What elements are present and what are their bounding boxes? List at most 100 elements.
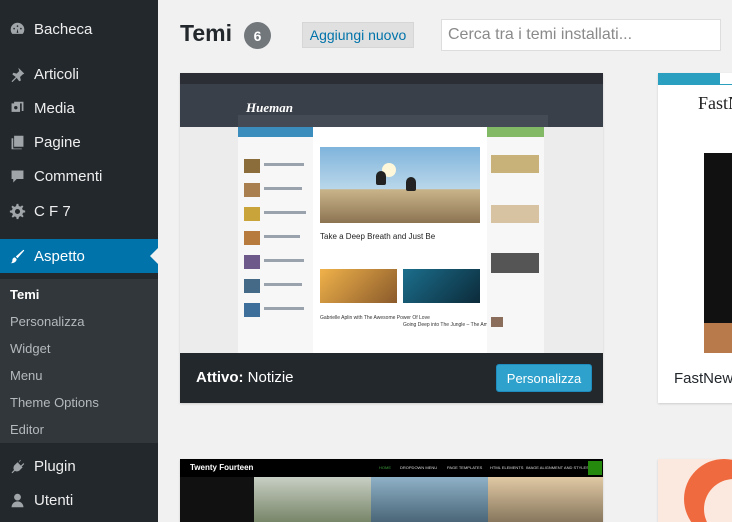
preview-mainnav <box>238 115 548 127</box>
menu-item-aspetto[interactable]: Aspetto <box>0 239 158 273</box>
menu-label: Aspetto <box>34 247 85 265</box>
customize-button[interactable]: Personalizza <box>496 364 592 392</box>
plugin-icon <box>8 457 26 475</box>
preview-thumb <box>491 155 539 173</box>
active-theme-bar: Attivo: Notizie Personalizza <box>180 353 603 403</box>
theme-name: Notizie <box>247 369 294 386</box>
preview-person <box>406 177 416 191</box>
menu-label: Plugin <box>34 457 76 475</box>
preview-line <box>264 163 304 166</box>
submenu-item-editor[interactable]: Editor <box>10 422 44 437</box>
preview-right-header <box>487 127 544 137</box>
active-label: Attivo: <box>196 369 244 386</box>
preview-topnav <box>180 73 603 84</box>
preview-post-image <box>704 323 732 353</box>
preview-logo: FastN <box>698 93 732 113</box>
theme-card-twenty-fourteen[interactable]: Twenty Fourteen HOME DROPDOWN MENU PAGE … <box>180 459 603 522</box>
preview-headline: Take a Deep Breath and Just Be <box>320 232 436 241</box>
search-icon[interactable] <box>588 461 602 475</box>
preview-hero-image <box>320 147 480 223</box>
page-title: Temi <box>180 20 232 46</box>
preview-thumb <box>491 253 539 273</box>
preview-thumb <box>244 303 260 317</box>
preview-thumb <box>491 317 503 327</box>
active-theme-card[interactable]: Hueman Take a Deep Breath and Just Be Ga… <box>180 73 603 403</box>
preview-line <box>264 259 304 262</box>
menu-item-utenti[interactable]: Utenti <box>0 483 158 517</box>
submenu-item-temi[interactable]: Temi <box>10 287 39 302</box>
preview-image <box>371 477 488 522</box>
preview-left-column <box>238 127 313 353</box>
preview-nav-active <box>658 73 720 85</box>
preview-thumb <box>491 205 539 223</box>
menu-item-pagine[interactable]: Pagine <box>0 125 158 159</box>
submenu-item-personalizza[interactable]: Personalizza <box>10 314 84 329</box>
menu-label: Commenti <box>34 167 103 185</box>
preview-image <box>254 477 371 522</box>
preview-line <box>264 187 302 190</box>
preview-nav-item: HOME <box>379 465 391 470</box>
menu-item-articoli[interactable]: Articoli <box>0 57 158 91</box>
preview-thumb <box>244 183 260 197</box>
submenu-item-widget[interactable]: Widget <box>10 341 50 356</box>
theme-screenshot[interactable]: FastN <box>658 73 732 353</box>
preview-post-title: Gabrielle Aplin with The Awesome Power O… <box>320 315 430 321</box>
menu-label: Media <box>34 99 75 117</box>
preview-line <box>264 211 306 214</box>
pages-icon <box>8 133 26 151</box>
menu-item-plugin[interactable]: Plugin <box>0 449 158 483</box>
submenu-item-menu[interactable]: Menu <box>10 368 43 383</box>
menu-label: Bacheca <box>34 20 93 38</box>
preview-title: Twenty Fourteen <box>190 463 254 472</box>
preview-thumb <box>244 159 260 173</box>
preview-nav-item: HTML ELEMENTS <box>490 465 524 470</box>
user-icon <box>8 491 26 509</box>
menu-label: Pagine <box>34 133 81 151</box>
preview-line <box>264 283 302 286</box>
preview-thumb <box>244 279 260 293</box>
preview-topnav <box>658 73 732 85</box>
preview-line <box>264 235 300 238</box>
media-icon <box>8 99 26 117</box>
add-new-theme-button[interactable]: Aggiungi nuovo <box>302 22 414 48</box>
menu-item-commenti[interactable]: Commenti <box>0 159 158 193</box>
theme-count-badge: 6 <box>244 22 271 49</box>
menu-label: Utenti <box>34 491 74 509</box>
preview-logo: Hueman <box>246 100 293 115</box>
theme-card-other[interactable] <box>658 459 732 522</box>
preview-hero-image <box>704 153 732 323</box>
gear-icon <box>8 202 26 220</box>
preview-left-header <box>238 127 313 137</box>
preview-image <box>488 477 603 522</box>
menu-item-cf7[interactable]: C F 7 <box>0 194 158 228</box>
preview-body: Take a Deep Breath and Just Be Gabrielle… <box>238 127 544 353</box>
menu-label: Articoli <box>34 65 80 83</box>
dashboard-icon <box>8 20 26 38</box>
preview-post-image <box>403 269 480 303</box>
preview-line <box>264 307 304 310</box>
active-theme-name: Attivo: Notizie <box>196 369 294 386</box>
aspetto-submenu: Temi Personalizza Widget Menu Theme Opti… <box>0 279 158 443</box>
submenu-item-theme-options[interactable]: Theme Options <box>10 395 99 410</box>
pin-icon <box>8 65 26 83</box>
theme-name: FastNew <box>674 370 732 387</box>
admin-sidebar: Bacheca Articoli Media Pagine Commenti C… <box>0 0 158 522</box>
menu-label: C F 7 <box>34 202 71 220</box>
preview-thumb <box>244 231 260 245</box>
preview-person <box>376 171 386 185</box>
menu-item-media[interactable]: Media <box>0 91 158 125</box>
preview-post-image <box>320 269 397 303</box>
preview-thumb <box>244 255 260 269</box>
preview-nav-item: DROPDOWN MENU <box>400 465 438 470</box>
brush-icon <box>8 247 26 265</box>
preview-thumb <box>244 207 260 221</box>
theme-search-input[interactable] <box>441 19 721 51</box>
preview-right-column <box>487 127 544 353</box>
theme-screenshot[interactable]: Hueman Take a Deep Breath and Just Be Ga… <box>180 73 603 353</box>
preview-sidebar <box>180 477 254 522</box>
menu-item-bacheca[interactable]: Bacheca <box>0 12 158 46</box>
preview-nav-item: PAGE TEMPLATES <box>447 465 483 470</box>
preview-nav-item: IMAGE ALIGNMENT AND STYLES <box>526 465 589 470</box>
theme-card-fastnews[interactable]: FastN FastNew <box>658 73 732 403</box>
preview-header: Twenty Fourteen HOME DROPDOWN MENU PAGE … <box>180 459 603 477</box>
